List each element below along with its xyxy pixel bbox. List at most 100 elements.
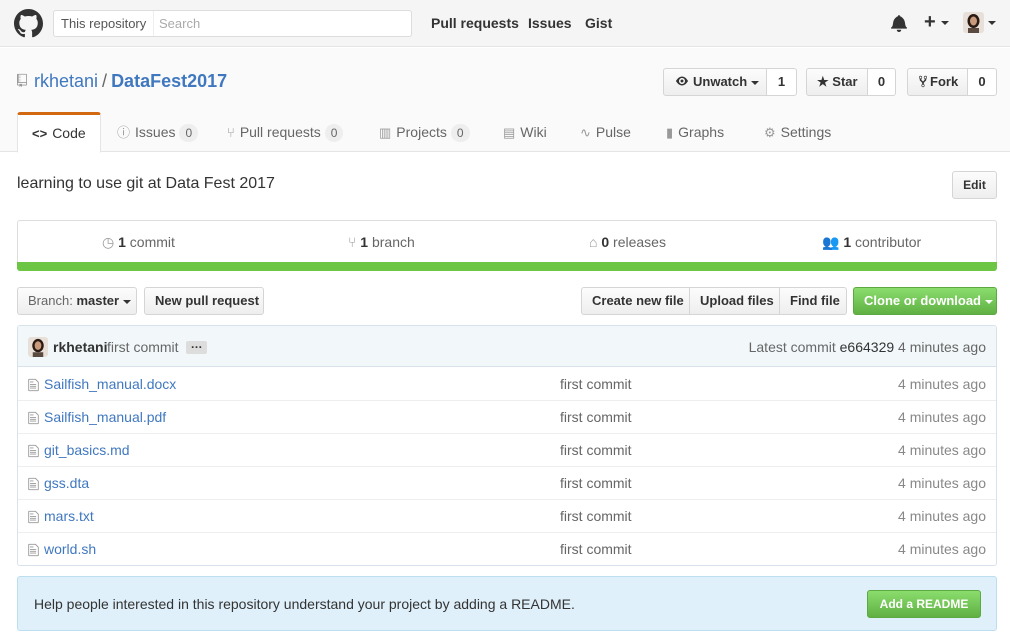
file-age: 4 minutes ago (898, 409, 986, 425)
star-button[interactable]: ★ Star (806, 68, 868, 96)
tab-issues-label: Issues (135, 124, 176, 140)
avatar[interactable] (963, 12, 984, 33)
find-file-button[interactable]: Find file (779, 287, 847, 315)
readme-prompt-text: Help people interested in this repositor… (34, 596, 575, 612)
tag-icon: ⌂ (589, 234, 598, 250)
latest-commit: Latest commit e664329 4 minutes ago (749, 339, 986, 355)
site-header: This repository Pull requests Issues Gis… (0, 0, 1010, 47)
repo-title-separator: / (102, 71, 108, 91)
create-new-file-button[interactable]: Create new file (581, 287, 690, 315)
tab-projects[interactable]: ▥ Projects 0 (379, 112, 470, 152)
file-commit-message[interactable]: first commit (560, 409, 632, 425)
tab-pulse[interactable]: ∿ Pulse (580, 112, 631, 152)
create-new-button[interactable]: + (924, 10, 936, 34)
tab-settings-label: Settings (780, 124, 832, 140)
tab-issues[interactable]: ⓘ Issues 0 (117, 112, 199, 152)
nav-pull-requests[interactable]: Pull requests (431, 15, 519, 31)
github-logo-icon[interactable] (14, 9, 43, 38)
repo-description: learning to use git at Data Fest 2017 (17, 175, 275, 192)
branches-summary[interactable]: ⑂ 1 branch (348, 234, 415, 250)
file-commit-message[interactable]: first commit (560, 442, 632, 458)
projects-count: 0 (450, 124, 470, 142)
file-icon (28, 444, 39, 458)
commit-message[interactable]: first commit (107, 339, 179, 355)
fork-label: Fork (930, 74, 959, 89)
eye-icon (676, 76, 688, 86)
issues-count: 0 (179, 124, 199, 142)
chevron-down-icon[interactable] (941, 21, 949, 25)
graph-icon: ▮ (666, 125, 674, 140)
tab-settings[interactable]: ⚙ Settings (764, 112, 831, 152)
tab-graphs[interactable]: ▮ Graphs (666, 112, 724, 152)
avatar[interactable] (28, 337, 48, 357)
commit-ellipsis-button[interactable]: … (186, 338, 207, 354)
commit-tease: rkhetani first commit … Latest commit e6… (18, 326, 996, 367)
repo-name-link[interactable]: DataFest2017 (111, 71, 227, 91)
unwatch-button[interactable]: Unwatch (663, 68, 767, 96)
branches-label: branch (371, 234, 415, 250)
commit-author[interactable]: rkhetani (53, 339, 107, 355)
pulse-icon: ∿ (580, 125, 591, 140)
tab-wiki-label: Wiki (520, 124, 547, 140)
gear-icon: ⚙ (764, 125, 776, 140)
releases-summary[interactable]: ⌂ 0 releases (589, 234, 666, 250)
fork-button[interactable]: Fork (907, 68, 968, 96)
repo-title: rkhetani / DataFest2017 (34, 69, 227, 93)
star-count[interactable]: 0 (867, 68, 896, 96)
search-box: This repository (53, 10, 412, 37)
file-name-link[interactable]: mars.txt (44, 508, 94, 524)
file-name-link[interactable]: Sailfish_manual.pdf (44, 409, 166, 425)
search-input[interactable] (153, 11, 411, 36)
file-name-link[interactable]: world.sh (44, 541, 96, 557)
latest-commit-prefix: Latest commit (748, 339, 836, 355)
nav-issues[interactable]: Issues (528, 15, 572, 31)
commit-age: 4 minutes ago (898, 339, 986, 355)
add-readme-button[interactable]: Add a README (867, 590, 981, 618)
fork-count[interactable]: 0 (967, 68, 997, 96)
clone-download-button[interactable]: Clone or download (853, 287, 997, 315)
tab-pull-requests[interactable]: ⑂ Pull requests 0 (227, 112, 344, 152)
file-name-link[interactable]: gss.dta (44, 475, 89, 491)
file-commit-message[interactable]: first commit (560, 541, 632, 557)
bell-icon[interactable] (890, 14, 908, 32)
file-icon (28, 510, 39, 524)
tab-wiki[interactable]: ▤ Wiki (503, 112, 547, 152)
tab-graphs-label: Graphs (678, 124, 725, 140)
contributors-count: 1 (843, 234, 852, 250)
book-icon: ▤ (503, 125, 516, 140)
edit-description-button[interactable]: Edit (952, 171, 997, 199)
repo-owner-link[interactable]: rkhetani (34, 71, 98, 91)
commit-sha[interactable]: e664329 (840, 339, 895, 355)
table-row: world.sh first commit 4 minutes ago (18, 533, 996, 565)
watch-count[interactable]: 1 (766, 68, 797, 96)
file-age: 4 minutes ago (898, 376, 986, 392)
chevron-down-icon (984, 299, 993, 304)
commits-summary[interactable]: ◷ 1 commit (102, 234, 175, 251)
file-commit-message[interactable]: first commit (560, 376, 632, 392)
pull-request-icon: ⑂ (227, 125, 235, 140)
chevron-down-icon (122, 299, 131, 304)
chevron-down-icon[interactable] (988, 21, 996, 25)
file-age: 4 minutes ago (898, 508, 986, 524)
upload-files-button[interactable]: Upload files (689, 287, 780, 315)
new-pull-request-button[interactable]: New pull request (144, 287, 264, 315)
table-row: Sailfish_manual.pdf first commit 4 minut… (18, 401, 996, 434)
chevron-down-icon (750, 80, 759, 85)
tab-projects-label: Projects (396, 124, 447, 140)
tab-code[interactable]: <> Code (17, 112, 101, 153)
commits-label: commit (129, 234, 175, 250)
tab-code-label: Code (52, 125, 86, 141)
language-bar (17, 262, 997, 271)
unwatch-label: Unwatch (693, 74, 748, 89)
branch-select-button[interactable]: Branch: master (17, 287, 137, 315)
branches-count: 1 (360, 234, 369, 250)
contributors-summary[interactable]: 👥 1 contributor (822, 234, 921, 251)
file-commit-message[interactable]: first commit (560, 508, 632, 524)
file-name-link[interactable]: Sailfish_manual.docx (44, 376, 176, 392)
nav-gist[interactable]: Gist (585, 15, 612, 31)
file-commit-message[interactable]: first commit (560, 475, 632, 491)
readme-prompt: Help people interested in this repositor… (17, 576, 997, 631)
branch-name: master (76, 293, 120, 308)
file-name-link[interactable]: git_basics.md (44, 442, 130, 458)
file-age: 4 minutes ago (898, 541, 986, 557)
